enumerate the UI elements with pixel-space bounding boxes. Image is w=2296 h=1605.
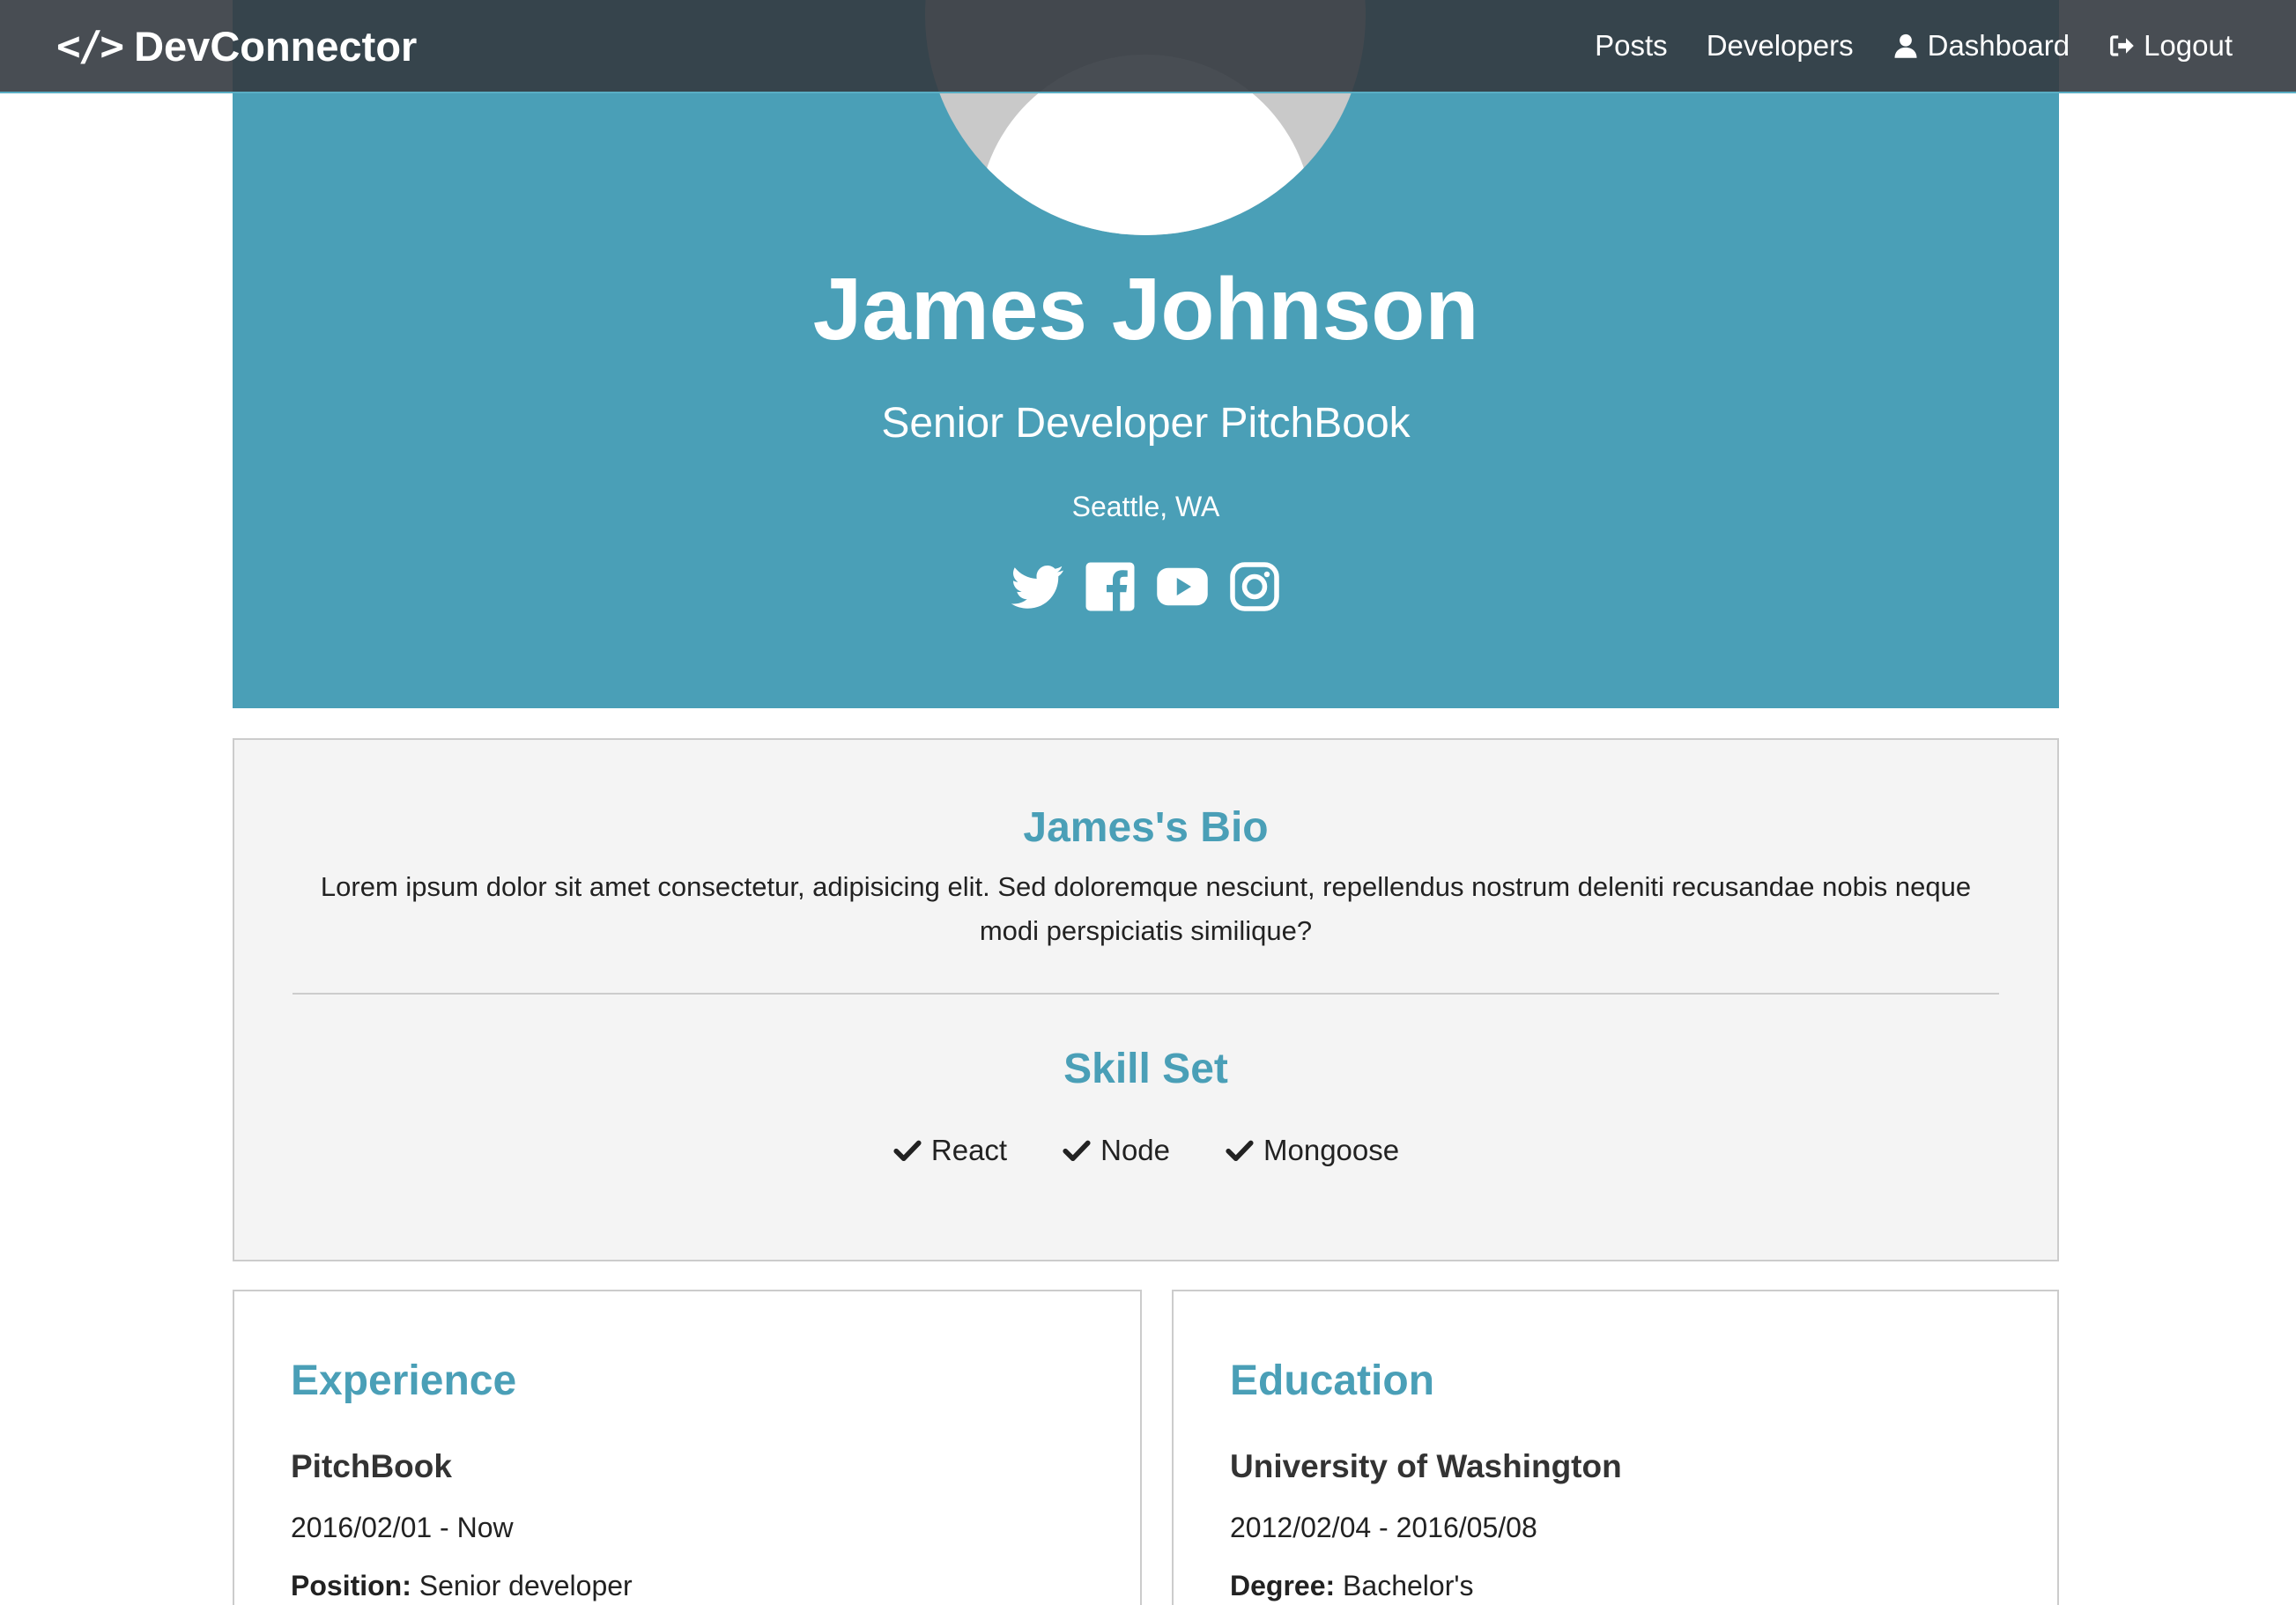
skill-item: Mongoose — [1225, 1134, 1399, 1167]
skills-heading: Skill Set — [1063, 1046, 1228, 1092]
education-dates: 2012/02/04 - 2016/05/08 — [1230, 1512, 1537, 1543]
skill-label: Mongoose — [1263, 1134, 1400, 1166]
profile-title: Senior Developer PitchBook — [881, 400, 1411, 447]
divider — [293, 993, 1999, 995]
degree-label: Degree: — [1230, 1570, 1336, 1601]
bio-text: Lorem ipsum dolor sit amet consectetur, … — [320, 871, 1972, 946]
check-icon — [1062, 1135, 1092, 1165]
brand-link[interactable]: </> DevConnector — [56, 22, 417, 70]
nav-developers-link[interactable]: Developers — [1707, 29, 1854, 63]
sign-out-icon — [2108, 33, 2135, 59]
nav-links: Posts Developers Dashboard Logout — [1595, 29, 2233, 63]
profile-page: James Johnson Senior Developer PitchBook… — [0, 0, 2296, 1605]
nav-logout-label: Logout — [2144, 29, 2233, 62]
bio-skills-card: James's Bio Lorem ipsum dolor sit amet c… — [233, 738, 2059, 1261]
education-card: Education University of Washington 2012/… — [1172, 1290, 2059, 1605]
code-icon: </> — [56, 22, 124, 70]
degree-value: Bachelor's — [1343, 1570, 1474, 1601]
check-icon — [892, 1135, 922, 1165]
nav-logout-link[interactable]: Logout — [2108, 29, 2233, 63]
user-icon — [1892, 33, 1919, 59]
instagram-icon[interactable] — [1228, 560, 1281, 613]
experience-card: Experience PitchBook 2016/02/01 - Now Po… — [233, 1290, 1142, 1605]
profile-location: Seattle, WA — [1071, 491, 1220, 522]
skill-label: React — [930, 1134, 1008, 1166]
check-icon — [1225, 1135, 1255, 1165]
experience-company: PitchBook — [291, 1448, 452, 1484]
profile-top: James Johnson Senior Developer PitchBook… — [233, 0, 2059, 708]
navbar: </> DevConnector Posts Developers Dashbo… — [0, 0, 2296, 93]
profile-name: James Johnson — [812, 260, 1479, 359]
youtube-icon[interactable] — [1156, 560, 1209, 613]
skill-label: Node — [1100, 1134, 1170, 1166]
experience-position: Position: Senior developer — [291, 1570, 633, 1602]
twitter-icon[interactable] — [1011, 560, 1064, 613]
experience-dates: 2016/02/01 - Now — [291, 1512, 514, 1543]
education-school: University of Washington — [1230, 1448, 1622, 1484]
skills-list: React Node Mongoose — [234, 1134, 2057, 1167]
education-heading: Education — [1230, 1357, 1435, 1404]
nav-developers-label: Developers — [1706, 29, 1854, 62]
nav-posts-link[interactable]: Posts — [1595, 29, 1668, 63]
brand-name: DevConnector — [134, 22, 418, 70]
experience-heading: Experience — [291, 1357, 517, 1404]
nav-dashboard-link[interactable]: Dashboard — [1892, 29, 2070, 63]
facebook-icon[interactable] — [1084, 560, 1137, 613]
skill-item: React — [892, 1134, 1007, 1167]
education-degree: Degree: Bachelor's — [1230, 1570, 1473, 1602]
position-value: Senior developer — [418, 1570, 633, 1601]
skill-item: Node — [1062, 1134, 1170, 1167]
nav-dashboard-label: Dashboard — [1927, 29, 2070, 62]
position-label: Position: — [291, 1570, 411, 1601]
nav-posts-label: Posts — [1595, 29, 1668, 62]
bio-heading: James's Bio — [1023, 804, 1269, 851]
social-links — [233, 560, 2059, 613]
